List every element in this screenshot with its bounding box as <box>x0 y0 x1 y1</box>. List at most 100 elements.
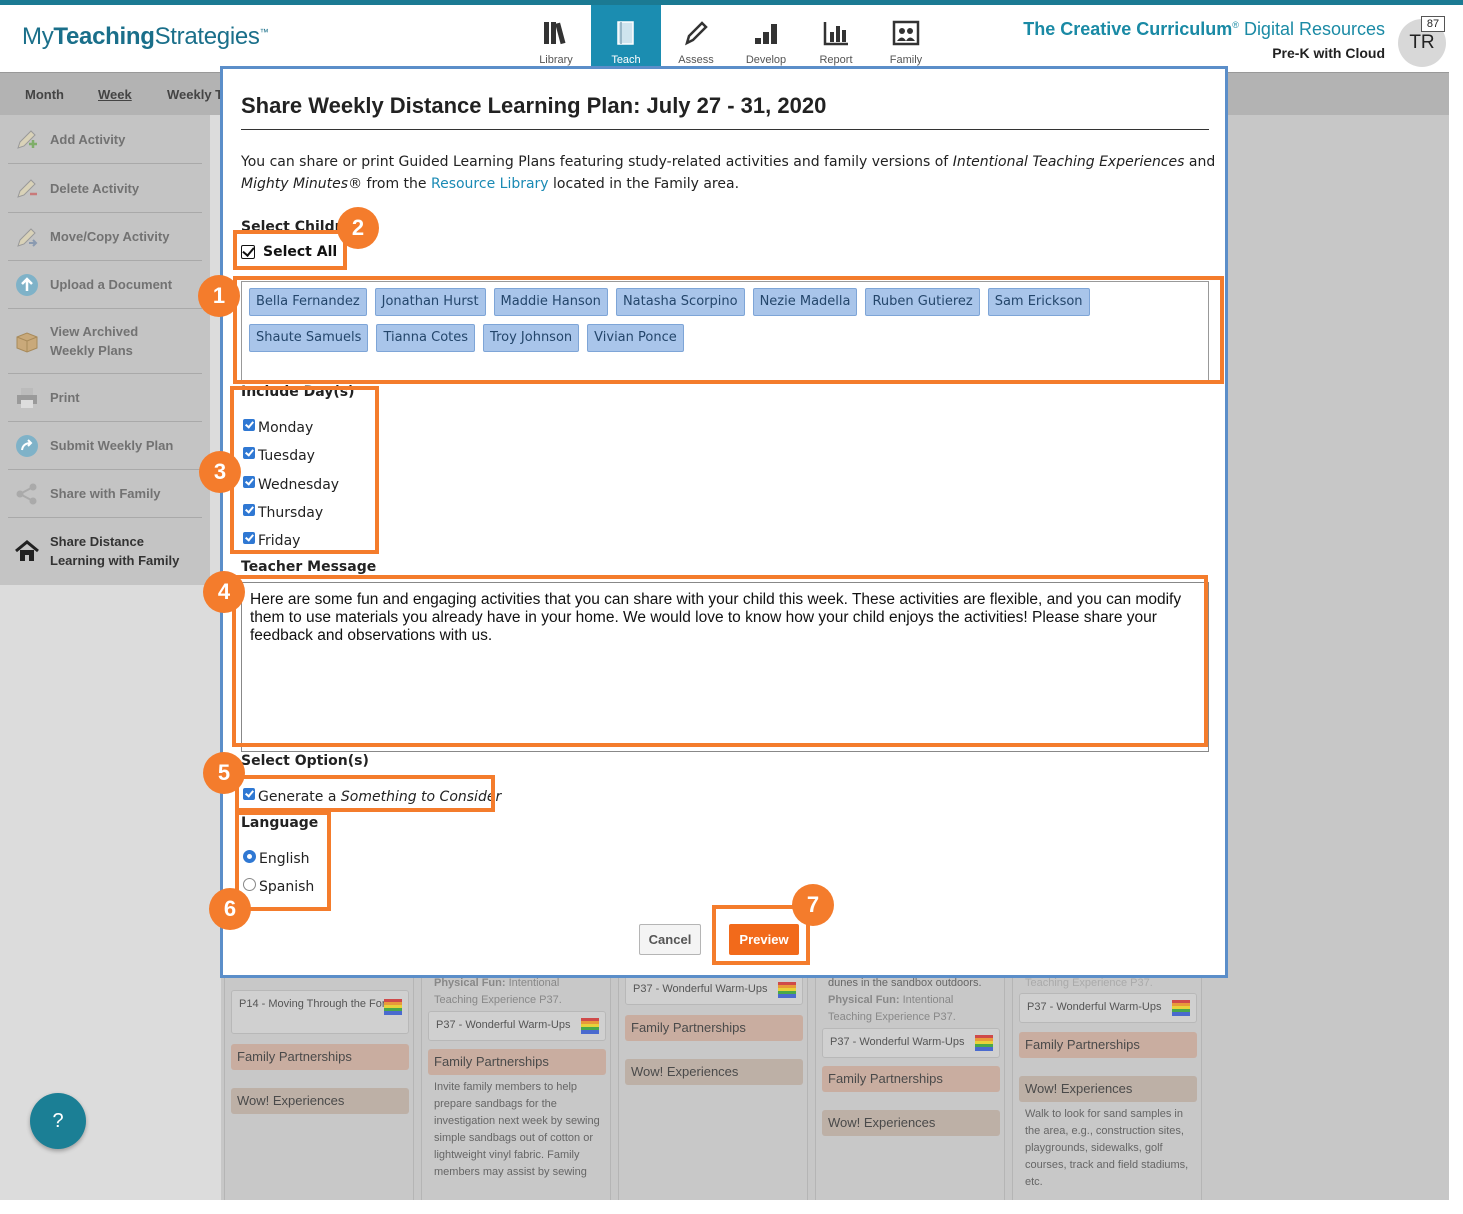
sidebar-item-delete-activity[interactable]: Delete Activity <box>8 164 202 213</box>
callout-highlight-children <box>233 276 1224 384</box>
sidebar-item-add-activity[interactable]: Add Activity <box>8 115 202 164</box>
sidebar-item-label: Share Distance Learning with Family <box>50 533 180 568</box>
window-bottom-edge <box>0 1200 1463 1214</box>
activity-note: Physical Fun: Intentional Teaching Exper… <box>434 977 562 1006</box>
sidebar-item-label: Upload a Document <box>50 277 173 292</box>
callout-number: 6 <box>209 888 251 930</box>
callout-number: 5 <box>203 752 245 794</box>
family-partnerships-section[interactable]: Family Partnerships <box>625 1015 803 1041</box>
callout-highlight-options <box>235 775 495 812</box>
wow-experiences-section[interactable]: Wow! Experiences <box>231 1088 409 1114</box>
notification-badge[interactable]: 87 <box>1421 16 1445 32</box>
activity-card-text: P37 - Wonderful Warm-Ups <box>830 1036 965 1048</box>
nav-tab-family[interactable]: Family <box>871 5 941 72</box>
wow-experiences-section[interactable]: Wow! Experiences <box>822 1110 1000 1136</box>
view-month-tab[interactable]: Month <box>25 87 64 102</box>
product-subtitle: Pre-K with Cloud <box>1272 45 1385 61</box>
nav-tab-develop[interactable]: Develop <box>731 5 801 72</box>
app-logo[interactable]: MyTeachingStrategies™ <box>22 23 269 51</box>
activity-note: Physical Fun: Intentional Teaching Exper… <box>828 994 956 1023</box>
sidebar-item-share-distance[interactable]: Share Distance Learning with Family <box>8 518 202 583</box>
callout-number: 2 <box>337 207 379 249</box>
sidebar-item-label: Print <box>50 390 80 405</box>
bar-chart-icon <box>823 22 848 46</box>
sidebar-item-archived[interactable]: View Archived Weekly Plans <box>8 309 202 374</box>
nav-tab-label: Teach <box>611 54 641 66</box>
books-icon <box>544 22 566 45</box>
activity-card-text: P37 - Wonderful Warm-Ups <box>1027 1001 1162 1013</box>
view-week-tab[interactable]: Week <box>98 87 132 102</box>
activity-color-icon <box>581 1018 599 1034</box>
callout-number: 3 <box>199 451 241 493</box>
wow-experiences-section[interactable]: Wow! Experiences <box>625 1059 803 1085</box>
dialog-description: You can share or print Guided Learning P… <box>241 154 1216 192</box>
add-activity-icon <box>17 130 37 149</box>
delete-activity-icon <box>17 179 37 198</box>
activity-card[interactable]: P14 - Moving Through the Forest <box>231 990 409 1034</box>
nav-tab-label: Assess <box>678 54 714 66</box>
activity-color-icon <box>975 1035 993 1051</box>
activity-card[interactable]: P37 - Wonderful Warm-Ups <box>822 1028 1000 1058</box>
top-header: MyTeachingStrategies™ Library Teach Asse… <box>0 0 1463 72</box>
calendar-day-column: P37 - Wonderful Warm-Ups Family Partners… <box>618 975 808 1205</box>
product-brand: The Creative Curriculum® Digital Resourc… <box>1023 19 1385 61</box>
left-sidebar: Add Activity Delete Activity Move/Copy A… <box>0 115 210 585</box>
teacher-message-label: Teacher Message <box>241 559 377 575</box>
nav-tab-library[interactable]: Library <box>521 5 591 72</box>
callout-number: 7 <box>792 884 834 926</box>
nav-tab-report[interactable]: Report <box>801 5 871 72</box>
sidebar-item-share-family[interactable]: Share with Family <box>8 470 202 518</box>
resource-library-link[interactable]: Resource Library <box>431 176 549 192</box>
callout-number: 4 <box>203 571 245 613</box>
activity-card[interactable]: P37 - Wonderful Warm-Ups <box>428 1011 606 1041</box>
activity-color-icon <box>384 999 402 1015</box>
callout-highlight-language <box>235 811 331 911</box>
activity-card[interactable]: P37 - Wonderful Warm-Ups <box>625 975 803 1005</box>
family-partnerships-section[interactable]: Family Partnerships <box>231 1044 409 1070</box>
sidebar-item-move-copy[interactable]: Move/Copy Activity <box>8 213 202 261</box>
select-options-label: Select Option(s) <box>241 753 369 769</box>
sidebar-item-label: Delete Activity <box>50 180 140 196</box>
callout-number: 1 <box>198 275 240 317</box>
callout-highlight-select-all <box>233 230 347 270</box>
brand-title: The Creative Curriculum <box>1023 19 1233 39</box>
pencil-icon <box>685 21 708 46</box>
home-icon <box>15 539 39 561</box>
nav-tab-label: Report <box>819 54 853 66</box>
move-copy-icon <box>17 227 38 247</box>
family-partnerships-section[interactable]: Family Partnerships <box>822 1066 1000 1092</box>
callout-highlight-message <box>232 575 1208 747</box>
main-nav: Library Teach Assess Develop Report Fami… <box>521 5 941 72</box>
wow-experiences-section[interactable]: Wow! Experiences <box>1019 1076 1197 1102</box>
activity-card-text: P37 - Wonderful Warm-Ups <box>633 983 768 995</box>
calendar-day-column: dunes in the sandbox outdoors. Physical … <box>815 975 1005 1205</box>
nav-tab-label: Develop <box>745 54 787 66</box>
activity-card[interactable]: P37 - Wonderful Warm-Ups <box>1019 993 1197 1023</box>
print-icon <box>17 387 37 408</box>
nav-tab-assess[interactable]: Assess <box>661 5 731 72</box>
sidebar-item-label: Share with Family <box>50 486 161 501</box>
sidebar-item-label: Add Activity <box>50 131 126 147</box>
activity-color-icon <box>778 982 796 998</box>
nav-tab-teach[interactable]: Teach <box>591 5 661 72</box>
family-partnerships-section[interactable]: Family Partnerships <box>428 1049 606 1075</box>
family-partnerships-section[interactable]: Family Partnerships <box>1019 1032 1197 1058</box>
upload-icon <box>16 273 38 296</box>
help-button[interactable]: ? <box>30 1093 86 1149</box>
cancel-button[interactable]: Cancel <box>639 924 701 955</box>
sidebar-item-submit[interactable]: Submit Weekly Plan <box>8 422 202 470</box>
archive-box-icon <box>16 332 38 353</box>
sidebar-item-print[interactable]: Print <box>8 374 202 422</box>
sidebar-item-label: View Archived Weekly Plans <box>50 324 139 358</box>
scroll-track <box>1449 72 1463 1200</box>
calendar-day-column: Teaching Experience P37. P37 - Wonderful… <box>1012 975 1202 1205</box>
steps-icon <box>755 24 777 44</box>
book-icon <box>617 21 634 45</box>
view-weekly-tab[interactable]: Weekly T <box>167 87 223 102</box>
submit-icon <box>16 434 38 457</box>
nav-tab-label: Family <box>889 54 923 66</box>
share-icon <box>16 483 37 504</box>
activity-note: Walk to look for sand samples in the are… <box>1025 1108 1189 1188</box>
sidebar-item-label: Move/Copy Activity <box>50 229 170 244</box>
sidebar-item-upload[interactable]: Upload a Document <box>8 261 202 309</box>
